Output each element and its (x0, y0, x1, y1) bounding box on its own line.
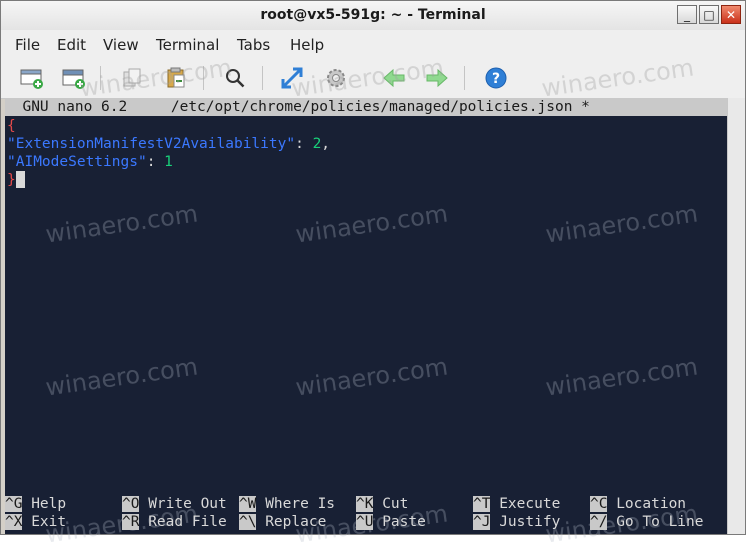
window-controls: _ □ ✕ (677, 5, 741, 24)
json-colon: : (146, 154, 165, 170)
help-icon[interactable]: ? (481, 64, 511, 92)
toolbar-separator (203, 66, 204, 90)
shortcut-write-out[interactable]: ^O Write Out (122, 495, 227, 513)
shortcut-key: ^T (473, 496, 491, 512)
shortcut-paste[interactable]: ^U Paste (356, 513, 426, 531)
shortcut-key: ^O (122, 496, 140, 512)
shortcut-label: Replace (265, 514, 327, 530)
toolbar-separator (464, 66, 465, 90)
menu-view[interactable]: View (103, 36, 139, 54)
shortcut-key: ^R (122, 514, 140, 530)
shortcut-cut[interactable]: ^K Cut (356, 495, 408, 513)
shortcut-execute[interactable]: ^T Execute (473, 495, 560, 513)
shortcut-label: Go To Line (616, 514, 704, 530)
menu-help[interactable]: Help (290, 36, 324, 54)
shortcut-replace[interactable]: ^\ Replace (239, 513, 326, 531)
toolbar: ? winaero.com winaero.com winaero.com (1, 53, 745, 103)
menu-bar: File Edit View Terminal Tabs Help (1, 30, 745, 58)
shortcut-label: Read File (148, 514, 227, 530)
new-tab-icon[interactable] (17, 64, 47, 92)
preferences-icon[interactable] (321, 64, 351, 92)
watermark-text: winaero.com (543, 352, 700, 402)
shortcut-label: Help (31, 496, 67, 512)
shortcut-key: ^/ (590, 514, 608, 530)
fullscreen-icon[interactable] (277, 64, 307, 92)
close-button[interactable]: ✕ (721, 5, 741, 24)
window-title: root@vx5-591g: ~ - Terminal (260, 7, 486, 23)
json-value: 2 (312, 136, 322, 152)
toolbar-separator (262, 66, 263, 90)
watermark-text: winaero.com (543, 199, 700, 249)
menu-file[interactable]: File (15, 36, 40, 54)
watermark-text: winaero.com (43, 199, 200, 249)
json-key: "AIModeSettings" (7, 154, 147, 170)
maximize-button[interactable]: □ (699, 5, 719, 24)
shortcut-exit[interactable]: ^X Exit (5, 513, 66, 531)
watermark-text: winaero.com (293, 352, 450, 402)
shortcut-label: Justify (499, 514, 561, 530)
menu-edit[interactable]: Edit (57, 36, 86, 54)
watermark-text: winaero.com (539, 53, 696, 103)
json-value: 1 (164, 154, 173, 170)
watermark-text: winaero.com (43, 352, 200, 402)
vertical-scrollbar[interactable] (727, 98, 745, 534)
shortcut-read-file[interactable]: ^R Read File (122, 513, 227, 531)
editor-line-1: { (7, 117, 16, 135)
json-comma: , (321, 136, 331, 152)
shortcut-label: Location (616, 496, 687, 512)
shortcut-key: ^\ (239, 514, 257, 530)
shortcut-where-is[interactable]: ^W Where Is (239, 495, 335, 513)
previous-tab-icon[interactable] (379, 64, 409, 92)
menu-terminal[interactable]: Terminal (156, 36, 219, 54)
shortcut-label: Cut (382, 496, 409, 512)
title-bar[interactable]: root@vx5-591g: ~ - Terminal _ □ ✕ (1, 1, 745, 31)
shortcut-label: Where Is (265, 496, 336, 512)
watermark-text: winaero.com (293, 199, 450, 249)
next-tab-icon[interactable] (422, 64, 452, 92)
shortcut-justify[interactable]: ^J Justify (473, 513, 560, 531)
json-colon: : (295, 136, 313, 152)
svg-text:?: ? (492, 71, 500, 87)
toolbar-separator (100, 66, 101, 90)
shortcut-help[interactable]: ^G Help (5, 495, 66, 513)
shortcut-label: Paste (382, 514, 426, 530)
close-brace: } (7, 172, 16, 188)
paste-icon[interactable] (161, 64, 191, 92)
watermark-text: winaero.com (77, 53, 234, 103)
shortcut-key: ^C (590, 496, 608, 512)
shortcut-key: ^U (356, 514, 374, 530)
json-key: "ExtensionManifestV2Availability" (7, 136, 296, 152)
new-window-icon[interactable] (59, 64, 89, 92)
menu-tabs[interactable]: Tabs (237, 36, 270, 54)
shortcut-key: ^W (239, 496, 257, 512)
search-icon[interactable] (220, 64, 250, 92)
shortcut-location[interactable]: ^C Location (590, 495, 686, 513)
shortcut-label: Execute (499, 496, 561, 512)
nano-shortcut-bar: ^G Help ^O Write Out ^W Where Is ^K Cut … (5, 495, 727, 531)
shortcut-label: Exit (31, 514, 67, 530)
nano-status-bar: GNU nano 6.2 /etc/opt/chrome/policies/ma… (5, 98, 727, 116)
minimize-button[interactable]: _ (677, 5, 697, 24)
shortcut-key: ^K (356, 496, 374, 512)
open-brace: { (7, 118, 16, 134)
editor-line-3: "AIModeSettings": 1 (7, 153, 173, 171)
shortcut-key: ^G (5, 496, 23, 512)
shortcut-key: ^X (5, 514, 23, 530)
shortcut-go-to-line[interactable]: ^/ Go To Line (590, 513, 704, 531)
shortcut-key: ^J (473, 514, 491, 530)
copy-icon[interactable] (117, 64, 147, 92)
text-cursor (15, 171, 25, 188)
shortcut-label: Write Out (148, 496, 227, 512)
terminal-window: root@vx5-591g: ~ - Terminal _ □ ✕ File E… (0, 0, 746, 549)
terminal-area[interactable]: GNU nano 6.2 /etc/opt/chrome/policies/ma… (5, 98, 727, 549)
editor-line-4: } (7, 171, 25, 189)
editor-line-2: "ExtensionManifestV2Availability": 2, (7, 135, 330, 153)
